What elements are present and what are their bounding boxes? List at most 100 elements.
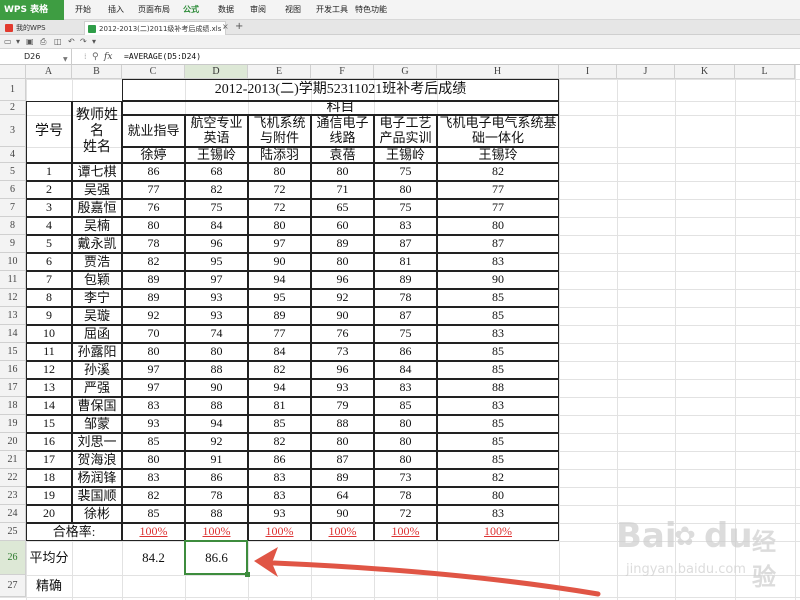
average-score-cell[interactable]: 84.2	[122, 541, 185, 575]
open-folder-icon[interactable]: ▭	[4, 36, 12, 48]
cell-border	[122, 343, 185, 361]
row-header[interactable]: 16	[0, 361, 26, 379]
column-header[interactable]: G	[374, 65, 437, 79]
menu-item[interactable]: 插入	[108, 0, 124, 20]
column-header[interactable]: F	[311, 65, 374, 79]
cell-border	[122, 307, 185, 325]
wps-logo-button[interactable]: WPS 表格	[0, 0, 64, 20]
row-header[interactable]: 23	[0, 487, 26, 505]
row-header[interactable]: 20	[0, 433, 26, 451]
menu-item[interactable]: 数据	[218, 0, 234, 20]
row-header[interactable]: 8	[0, 217, 26, 235]
teacher-border	[248, 147, 311, 163]
average-score-cell[interactable]: 86.6	[185, 541, 248, 575]
row-header[interactable]: 6	[0, 181, 26, 199]
close-tab-icon[interactable]: ×	[222, 21, 229, 33]
cell-border	[72, 397, 122, 415]
cell-border	[122, 325, 185, 343]
menu-item[interactable]: 页面布局	[138, 0, 170, 20]
row-header[interactable]: 24	[0, 505, 26, 523]
row-header[interactable]: 26	[0, 541, 26, 575]
column-header[interactable]: H	[437, 65, 559, 79]
row-header[interactable]: 21	[0, 451, 26, 469]
row-header[interactable]: 9	[0, 235, 26, 253]
menu-item[interactable]: 视图	[285, 0, 301, 20]
column-header[interactable]: K	[675, 65, 735, 79]
cell-border	[437, 487, 559, 505]
row-header[interactable]: 15	[0, 343, 26, 361]
column-header[interactable]: L	[735, 65, 795, 79]
row-header[interactable]: 5	[0, 163, 26, 181]
undo-icon[interactable]: ↶	[68, 36, 75, 48]
formula-bar-separator: ⁞	[84, 52, 87, 61]
row-header[interactable]: 19	[0, 415, 26, 433]
menu-item[interactable]: 特色功能	[355, 0, 387, 20]
row-header[interactable]: 18	[0, 397, 26, 415]
cell-border	[26, 505, 72, 523]
cell-border	[122, 451, 185, 469]
cell-border	[311, 433, 374, 451]
row-header[interactable]: 3	[0, 115, 26, 147]
row-header[interactable]: 12	[0, 289, 26, 307]
formula-input[interactable]: =AVERAGE(D5:D24)	[124, 49, 201, 65]
row-header[interactable]: 4	[0, 147, 26, 163]
cell-border	[26, 235, 72, 253]
insert-function-icon[interactable]: fx	[104, 49, 112, 65]
cell-border	[248, 487, 311, 505]
cell-border	[374, 163, 437, 181]
row-header[interactable]: 25	[0, 523, 26, 541]
row-header[interactable]: 13	[0, 307, 26, 325]
column-header[interactable]: A	[26, 65, 72, 79]
column-header[interactable]: B	[72, 65, 122, 79]
tab-document[interactable]: 2012-2013(二)2011级补考后成绩.xls *	[84, 21, 226, 35]
cell-border	[122, 523, 185, 541]
dropdown-icon[interactable]: ▾	[16, 36, 20, 48]
cell-border	[248, 343, 311, 361]
save-icon[interactable]: ▣	[26, 36, 34, 48]
search-function-icon[interactable]: ⚲	[92, 49, 99, 65]
customize-dropdown-icon[interactable]: ▾	[92, 36, 96, 48]
menu-item[interactable]: 开发工具	[316, 0, 348, 20]
row-header[interactable]: 10	[0, 253, 26, 271]
tab-my-wps[interactable]: 我的WPS	[2, 21, 82, 35]
column-header[interactable]: I	[559, 65, 617, 79]
column-header[interactable]: E	[248, 65, 311, 79]
cell-border	[374, 307, 437, 325]
average-label[interactable]: 平均分	[26, 541, 72, 575]
new-tab-button[interactable]: +	[235, 20, 243, 34]
redo-icon[interactable]: ↷	[80, 36, 87, 48]
cell-border	[185, 451, 248, 469]
title-border	[122, 79, 559, 101]
fill-handle[interactable]	[245, 572, 250, 577]
precision-label[interactable]: 精确	[26, 575, 72, 597]
cell-border	[311, 307, 374, 325]
row-header[interactable]: 14	[0, 325, 26, 343]
cell-border	[72, 433, 122, 451]
cell-border	[374, 397, 437, 415]
row-header[interactable]: 2	[0, 101, 26, 115]
menu-item[interactable]: 开始	[75, 0, 91, 20]
column-header[interactable]: D	[185, 65, 248, 79]
row-header[interactable]: 11	[0, 271, 26, 289]
row-header[interactable]: 1	[0, 79, 26, 101]
menu-item[interactable]: 公式	[183, 0, 199, 20]
row-header[interactable]: 22	[0, 469, 26, 487]
row-header[interactable]: 7	[0, 199, 26, 217]
column-header[interactable]: J	[617, 65, 675, 79]
select-all-corner[interactable]	[0, 65, 26, 79]
cell-border	[311, 181, 374, 199]
cell-reference-box[interactable]: D26 ▼	[0, 49, 72, 65]
cell-reference: D26	[24, 52, 41, 61]
cell-border	[185, 163, 248, 181]
preview-icon[interactable]: ◫	[54, 36, 62, 48]
column-header[interactable]: C	[122, 65, 185, 79]
print-icon[interactable]: ⎙	[40, 36, 46, 48]
row-header[interactable]: 17	[0, 379, 26, 397]
cell-border	[311, 217, 374, 235]
watermark-brand-suffix: du	[704, 516, 753, 556]
row-header[interactable]: 27	[0, 575, 26, 597]
cell-border	[437, 415, 559, 433]
cell-border	[437, 397, 559, 415]
menu-item[interactable]: 审阅	[250, 0, 266, 20]
cell-border	[437, 289, 559, 307]
